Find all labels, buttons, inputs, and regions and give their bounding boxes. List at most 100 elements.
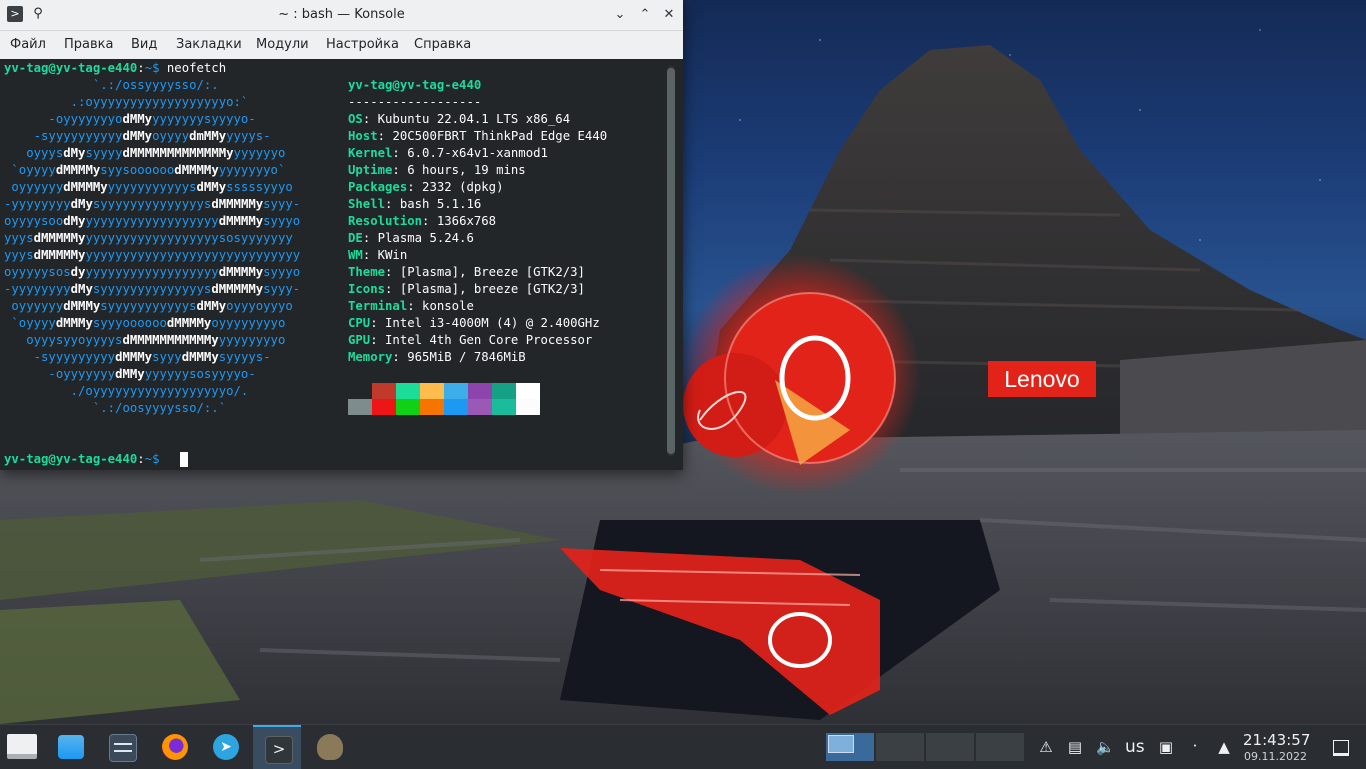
ascii-art-segment: -syyyyyyyyy (4, 350, 116, 364)
digital-clock[interactable]: 21:43:57 09.11.2022 (1238, 725, 1318, 769)
ascii-art-segment: -yyyyyyyy (4, 197, 71, 211)
ascii-art-segment: dMMMMy (55, 163, 101, 177)
show-hidden-icons-arrow[interactable]: ▲ (1215, 738, 1233, 756)
info-value: bash 5.1.16 (399, 197, 482, 211)
info-sep: : (407, 299, 423, 313)
ascii-art-segment: dMMMy (181, 350, 219, 364)
ascii-art-segment: syysoooooo (100, 163, 175, 177)
menu-plugins[interactable]: Модули (256, 37, 309, 52)
ascii-art-segment: `oyyyy (4, 163, 56, 177)
ascii-art-segment: yyys (4, 231, 34, 245)
ascii-art-line: -oyyyyyyydMMyyyyyyysosyyyyo- (4, 366, 256, 383)
info-value: [Plasma], Breeze [GTK2/3] (399, 265, 585, 279)
keyboard-layout-indicator[interactable]: us (1125, 737, 1145, 757)
task-system-settings[interactable] (97, 725, 145, 769)
settings-panel-icon (109, 734, 137, 762)
palette-swatch-top (468, 383, 492, 399)
ascii-art-segment: yyyyyyyyyyys (107, 180, 197, 194)
virtual-desktop-2[interactable] (876, 733, 924, 761)
palette-swatch-bottom (468, 399, 492, 415)
info-row: Terminal: konsole (348, 298, 474, 315)
info-value: 6 hours, 19 mins (407, 163, 526, 177)
menu-view[interactable]: Вид (131, 37, 157, 52)
prompt-sep: : (137, 452, 145, 466)
menu-help[interactable]: Справка (414, 37, 471, 52)
menu-file[interactable]: Файл (10, 37, 46, 52)
ascii-art-segment: yyyyyyyo` (218, 163, 286, 177)
ascii-art-segment: oyyyysoo (4, 214, 64, 228)
prompt-command: neofetch (166, 61, 227, 75)
ascii-art-segment: dMMMy (115, 350, 153, 364)
terminal-area[interactable]: yv-tag@yv-tag-e440:~$ neofetch `.:/ossyy… (0, 59, 683, 470)
info-row: Uptime: 6 hours, 19 mins (348, 162, 526, 179)
terminal-scrollbar[interactable] (667, 66, 675, 456)
info-key: Kernel (348, 146, 393, 160)
notifications-icon[interactable]: ⚠ (1037, 738, 1055, 756)
ascii-art-segment: dMy (63, 214, 86, 228)
virtual-desktop-3[interactable] (926, 733, 974, 761)
info-sep: : (362, 231, 378, 245)
ascii-art-segment: yyyyyysosyyyyo- (144, 367, 256, 381)
clipboard-icon[interactable]: ▤ (1066, 738, 1084, 756)
info-sep: : (377, 129, 393, 143)
virtual-desktop-4[interactable] (976, 733, 1024, 761)
menu-bookmarks[interactable]: Закладки (176, 37, 242, 52)
konsole-window[interactable]: > ⚲ ~ : bash — Konsole ⌄ ⌃ ✕ Файл Правка… (0, 0, 683, 470)
palette-swatch-bottom (516, 399, 540, 415)
task-dolphin[interactable] (46, 725, 94, 769)
ascii-art-line: oyyyyyydMMMysyyyyyyyyyyysdMMyoyyyoyyyo (4, 298, 292, 315)
task-gimp[interactable] (305, 725, 353, 769)
info-sep: : (362, 112, 378, 126)
info-row: Host: 20C500FBRT ThinkPad Edge E440 (348, 128, 607, 145)
info-sep: : (392, 146, 408, 160)
ascii-art-segment: dMMMMMy (33, 248, 86, 262)
prompt-sep: : (137, 61, 145, 75)
close-button[interactable]: ✕ (660, 6, 678, 24)
ascii-art-segment: dMMy (196, 180, 227, 194)
network-icon[interactable]: ▣ (1157, 738, 1175, 756)
ascii-art-segment: oyyys (4, 146, 64, 160)
task-firefox[interactable] (150, 725, 198, 769)
virtual-desktop-1[interactable] (826, 733, 874, 761)
palette-swatch-bottom (420, 399, 444, 415)
info-row: CPU: Intel i3-4000M (4) @ 2.400GHz (348, 315, 600, 332)
ascii-art-segment: syyy- (263, 282, 301, 296)
palette-swatch-top (516, 383, 540, 399)
ascii-art-segment: dMMMMy (174, 163, 219, 177)
ascii-art-segment: yyyyyyysyyyyo- (152, 112, 256, 126)
ascii-art-segment: dMMMMy (218, 265, 264, 279)
ascii-art-line: oyyyyysosdyyyyyyyyyyyyyyyyyyydMMMMysyyyo (4, 264, 300, 281)
info-value: Intel i3-4000M (4) @ 2.400GHz (385, 316, 600, 330)
prompt-line-current: yv-tag@yv-tag-e440:~$ (4, 451, 159, 468)
task-telegram[interactable]: ➤ (201, 725, 249, 769)
app-launcher-button[interactable] (0, 725, 48, 769)
window-titlebar[interactable]: > ⚲ ~ : bash — Konsole ⌄ ⌃ ✕ (0, 0, 683, 31)
ascii-art-segment: syyyyyyyyyyyyyys (92, 197, 212, 211)
info-value: konsole (422, 299, 474, 313)
ascii-art-segment: syyyys- (218, 350, 271, 364)
ascii-art-segment: syyyy (85, 146, 123, 160)
info-sep: : (392, 350, 408, 364)
ascii-art-segment: dMMMy (63, 299, 101, 313)
ascii-art-segment: yyyyyyyyyyyyyyyyyysosyyyyyyy (85, 231, 293, 245)
ascii-art-line: oyyyyyydMMMMyyyyyyyyyyyysdMMysssssyyyo (4, 179, 292, 196)
show-desktop-button[interactable] (1332, 738, 1350, 756)
ascii-art-segment: syyy (152, 350, 182, 364)
task-konsole[interactable]: > (253, 725, 301, 769)
ascii-art-segment: yyyyyyyyyyyyyyyyyyyyyyyyyyyyy (85, 248, 301, 262)
ascii-art-segment: `.:/ossyyyysso/:. (4, 78, 219, 92)
menu-settings[interactable]: Настройка (326, 37, 399, 52)
ascii-art-segment: dMMMMMy (211, 282, 264, 296)
volume-icon[interactable]: 🔈 (1096, 738, 1115, 756)
ascii-art-segment: syyyo (263, 214, 301, 228)
computer-icon (7, 734, 37, 759)
minimize-button[interactable]: ⌄ (611, 6, 629, 24)
scrollbar-handle[interactable] (667, 68, 675, 454)
maximize-button[interactable]: ⌃ (636, 6, 654, 24)
menu-edit[interactable]: Правка (64, 37, 113, 52)
ascii-art-segment: dMMy (115, 367, 145, 381)
bluetooth-icon[interactable]: ᛫ (1186, 738, 1204, 756)
ascii-art-segment: dMMMMMMMMMMMy (122, 333, 219, 347)
info-key: Theme (348, 265, 386, 279)
info-value: Intel 4th Gen Core Processor (385, 333, 593, 347)
